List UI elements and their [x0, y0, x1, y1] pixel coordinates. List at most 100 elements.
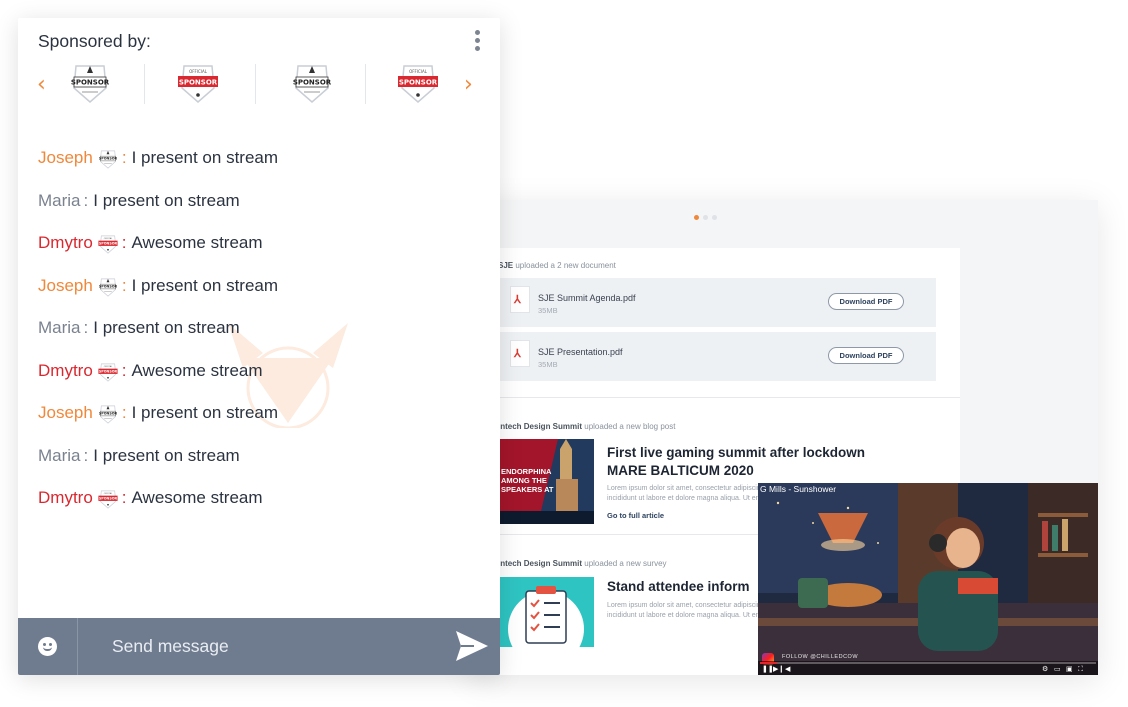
- document-row: ⅄ SJE Summit Agenda.pdf 35MB Download PD…: [498, 278, 936, 327]
- message-separator: :: [121, 275, 127, 295]
- message-separator: :: [83, 190, 89, 210]
- message-list: Joseph SPONSOR: I present on stream Maria: I…: [38, 148, 478, 531]
- message-username[interactable]: Joseph: [38, 403, 93, 423]
- pager-dot[interactable]: [703, 215, 708, 220]
- svg-text:SPONSOR: SPONSOR: [99, 412, 118, 416]
- message-text: I present on stream: [131, 403, 279, 422]
- pager-dot[interactable]: [694, 215, 699, 220]
- blog-thumbnail[interactable]: ENDORPHINA AMONG THE SPEAKERS AT: [498, 439, 594, 524]
- message-username[interactable]: Dmytro: [38, 233, 93, 253]
- fullscreen-icon[interactable]: ⛶: [1078, 665, 1083, 673]
- subtitles-icon[interactable]: ▭: [1054, 665, 1061, 673]
- video-player[interactable]: G Mills - Sunshower FOLLOW @CHILLEDCOW ❚…: [758, 483, 1098, 675]
- smiley-icon: [38, 637, 57, 656]
- chevron-right-icon[interactable]: ›: [464, 74, 473, 96]
- logo-divider: [255, 64, 256, 104]
- download-pdf-button[interactable]: Download PDF: [828, 347, 904, 364]
- sponsor-logo[interactable]: SPONSOR: [70, 60, 110, 106]
- blog-title-line: First live gaming summit after lockdown: [607, 445, 866, 460]
- message-composer: [18, 618, 500, 675]
- survey-thumbnail[interactable]: [498, 577, 594, 647]
- document-size: 35MB: [538, 360, 558, 369]
- sponsor-badge-icon: SPONSOR: [98, 276, 118, 297]
- message-text: I present on stream: [131, 275, 279, 295]
- blog-thumbnail-text: ENDORPHINA AMONG THE SPEAKERS AT: [501, 467, 554, 494]
- chat-message: Maria: I present on stream: [38, 191, 478, 234]
- svg-text:SPONSOR: SPONSOR: [99, 242, 118, 246]
- message-separator: :: [121, 148, 127, 167]
- feed-meta: intech Design Summit uploaded a new blog…: [498, 398, 960, 432]
- message-text: Awesome stream: [131, 360, 263, 380]
- chat-message: Joseph SPONSOR: I present on stream: [38, 276, 478, 319]
- stage: SJE uploaded a 2 new document ⅄ SJE Summ…: [0, 0, 1128, 707]
- pause-icon[interactable]: ❚❚: [762, 665, 774, 673]
- emoji-button[interactable]: [18, 618, 78, 675]
- sponsor-badge-icon: SPONSOR: [98, 403, 118, 424]
- message-separator: :: [121, 233, 127, 252]
- sponsor-logo[interactable]: OFFICIAL SPONSOR: [398, 60, 438, 106]
- message-separator: :: [83, 445, 89, 465]
- feed-author: SJE: [498, 261, 514, 270]
- send-message-input[interactable]: [79, 618, 439, 675]
- logo-divider: [365, 64, 366, 104]
- svg-text:OFFICIAL: OFFICIAL: [189, 69, 208, 74]
- document-size: 35MB: [538, 306, 558, 315]
- svg-text:SPONSOR: SPONSOR: [99, 497, 118, 501]
- svg-text:SPONSOR: SPONSOR: [99, 369, 118, 373]
- go-to-article-link[interactable]: Go to full article: [607, 511, 664, 520]
- sponsor-carousel: SPONSOR OFFICIAL SPONSOR SPONSOR OFFICIAL SPO…: [62, 60, 462, 110]
- message-separator: :: [121, 360, 127, 380]
- sponsor-badge-icon: OFFICIAL SPONSOR: [98, 233, 118, 254]
- more-vertical-icon[interactable]: [473, 30, 481, 54]
- blog-title-line: MARE BALTICUM 2020: [607, 463, 754, 478]
- video-progress-fill: [760, 662, 777, 664]
- feed-action: uploaded a new blog post: [584, 422, 676, 431]
- feed-item-documents: SJE uploaded a 2 new document ⅄ SJE Summ…: [470, 248, 960, 398]
- chat-message: Joseph SPONSOR: I present on stream: [38, 148, 478, 191]
- document-name: SJE Summit Agenda.pdf: [538, 293, 636, 303]
- video-title: G Mills - Sunshower: [760, 484, 837, 494]
- sponsor-badge-icon: OFFICIAL SPONSOR: [98, 488, 118, 509]
- send-icon[interactable]: [454, 629, 490, 663]
- next-icon[interactable]: ▶❙: [773, 665, 784, 673]
- svg-text:SPONSOR: SPONSOR: [293, 79, 332, 87]
- volume-icon[interactable]: ◀: [785, 665, 790, 673]
- logo-divider: [144, 64, 145, 104]
- message-text: I present on stream: [93, 190, 240, 210]
- download-pdf-button[interactable]: Download PDF: [828, 293, 904, 310]
- chat-message: Dmytro OFFICIAL SPONSOR: Awesome stream: [38, 361, 478, 404]
- sponsored-label: Sponsored by:: [38, 31, 151, 51]
- message-text: Awesome stream: [131, 488, 263, 507]
- chat-message: Dmytro OFFICIAL SPONSOR: Awesome stream: [38, 488, 478, 531]
- video-progress-bar[interactable]: [760, 662, 1096, 664]
- message-username[interactable]: Maria: [38, 191, 81, 211]
- message-separator: :: [83, 318, 89, 337]
- sponsor-logo[interactable]: SPONSOR: [292, 60, 332, 106]
- svg-text:SPONSOR: SPONSOR: [399, 79, 438, 87]
- feed-action: uploaded a 2 new document: [515, 261, 616, 270]
- sponsor-badge-icon: SPONSOR: [98, 148, 118, 169]
- sponsor-badge-icon: OFFICIAL SPONSOR: [98, 361, 118, 382]
- chevron-left-icon[interactable]: ‹: [37, 74, 46, 96]
- message-username[interactable]: Dmytro: [38, 488, 93, 508]
- svg-text:SPONSOR: SPONSOR: [179, 79, 218, 87]
- message-username[interactable]: Dmytro: [38, 361, 93, 381]
- settings-icon[interactable]: ⚙: [1042, 665, 1048, 673]
- feed-author: intech Design Summit: [498, 559, 583, 568]
- message-username[interactable]: Joseph: [38, 148, 93, 168]
- message-separator: :: [121, 403, 127, 422]
- miniplayer-icon[interactable]: ▣: [1066, 665, 1073, 673]
- video-controls: ❚❚ ▶❙ ◀ ⚙ ▭ ▣ ⛶: [758, 661, 1098, 675]
- document-name: SJE Presentation.pdf: [538, 347, 623, 357]
- survey-title[interactable]: Stand attendee inform: [607, 579, 750, 594]
- message-username[interactable]: Joseph: [38, 276, 93, 296]
- feed-author: intech Design Summit: [498, 422, 583, 431]
- blog-title[interactable]: First live gaming summit after lockdown …: [607, 444, 907, 480]
- sponsor-logo[interactable]: OFFICIAL SPONSOR: [178, 60, 218, 106]
- pager-dot[interactable]: [712, 215, 717, 220]
- pdf-icon: ⅄: [510, 286, 530, 313]
- feed-meta: SJE uploaded a 2 new document: [498, 248, 960, 270]
- svg-text:SPONSOR: SPONSOR: [71, 79, 110, 87]
- message-username[interactable]: Maria: [38, 318, 81, 338]
- message-username[interactable]: Maria: [38, 446, 81, 466]
